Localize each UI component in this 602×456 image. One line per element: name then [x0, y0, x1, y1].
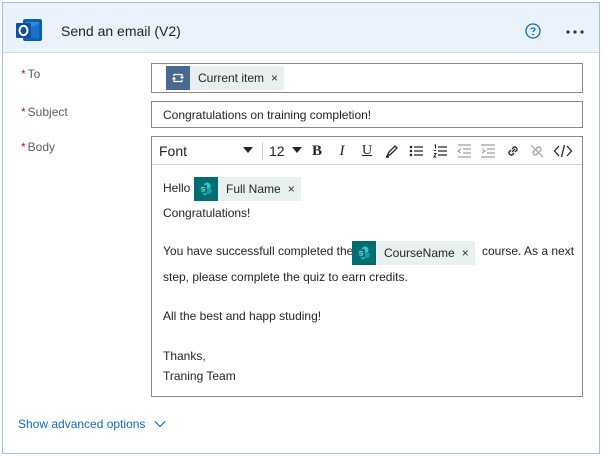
outlook-icon [16, 19, 42, 41]
svg-text:S: S [359, 251, 364, 258]
body-next-step: step, please complete the quiz to earn c… [163, 270, 408, 284]
italic-button[interactable]: I [332, 141, 352, 161]
svg-text:S: S [201, 187, 206, 194]
body-best: All the best and happ studing! [163, 309, 322, 323]
subject-value: Congratulations on training completion! [163, 108, 372, 122]
code-view-icon[interactable] [553, 141, 573, 161]
subject-label-text: Subject [27, 105, 68, 119]
body-thanks: Thanks, [163, 349, 206, 363]
bold-button[interactable]: B [307, 141, 327, 161]
body-hello: Hello [163, 181, 191, 195]
body-completed-suffix: course. As a next [482, 244, 575, 258]
to-label-text: To [27, 67, 41, 81]
unlink-icon[interactable] [527, 141, 547, 161]
toolbar-divider [262, 142, 263, 160]
body-label-text: Body [27, 140, 56, 154]
font-family-dropdown[interactable]: Font [159, 143, 187, 159]
sharepoint-icon: S [194, 177, 218, 201]
course-name-token[interactable]: S CourseName × [352, 241, 475, 265]
remove-token-button[interactable]: × [462, 246, 469, 260]
required-marker: * [21, 105, 26, 119]
subject-field[interactable]: Congratulations on training completion! [151, 101, 583, 128]
subject-label: * Subject [21, 105, 68, 119]
required-marker: * [21, 140, 26, 154]
body-completed-prefix: You have successfull completed the [163, 244, 354, 258]
numbered-list-icon[interactable] [430, 141, 450, 161]
font-size-dropdown[interactable]: 12 [269, 143, 285, 159]
to-label: * To [21, 67, 40, 81]
sharepoint-icon: S [352, 241, 376, 265]
decrease-indent-icon[interactable] [454, 141, 474, 161]
advanced-label: Show advanced options [18, 417, 146, 431]
body-team: Traning Team [163, 369, 236, 383]
help-circle-icon[interactable] [525, 23, 541, 39]
size-caret-down-icon[interactable] [292, 147, 302, 154]
token-label: CourseName [384, 246, 455, 260]
body-congrats: Congratulations! [163, 206, 251, 220]
body-editor[interactable]: Font 12 B I U Hello S Full Name × Congra… [151, 136, 583, 397]
remove-token-button[interactable]: × [271, 71, 278, 85]
token-label: Current item [198, 71, 265, 85]
remove-token-button[interactable]: × [288, 182, 295, 196]
underline-button[interactable]: U [357, 141, 377, 161]
action-title: Send an email (V2) [61, 23, 181, 39]
link-icon[interactable] [503, 141, 523, 161]
rich-text-toolbar: Font 12 B I U [152, 137, 582, 165]
action-card: Send an email (V2) * To Current item × *… [2, 2, 600, 454]
loop-icon [166, 66, 190, 90]
token-label: Full Name [226, 182, 281, 196]
highlight-pen-icon[interactable] [382, 141, 402, 161]
more-dots-icon[interactable] [563, 22, 587, 42]
body-label: * Body [21, 140, 55, 154]
required-marker: * [21, 67, 26, 81]
action-header[interactable]: Send an email (V2) [3, 3, 599, 53]
to-field[interactable]: Current item × [151, 63, 583, 93]
increase-indent-icon[interactable] [478, 141, 498, 161]
font-caret-down-icon[interactable] [243, 147, 253, 154]
current-item-token[interactable]: Current item × [166, 66, 285, 90]
chevron-down-icon [155, 421, 166, 428]
show-advanced-options-link[interactable]: Show advanced options [18, 417, 166, 431]
bulleted-list-icon[interactable] [406, 141, 426, 161]
full-name-token[interactable]: S Full Name × [194, 177, 301, 201]
